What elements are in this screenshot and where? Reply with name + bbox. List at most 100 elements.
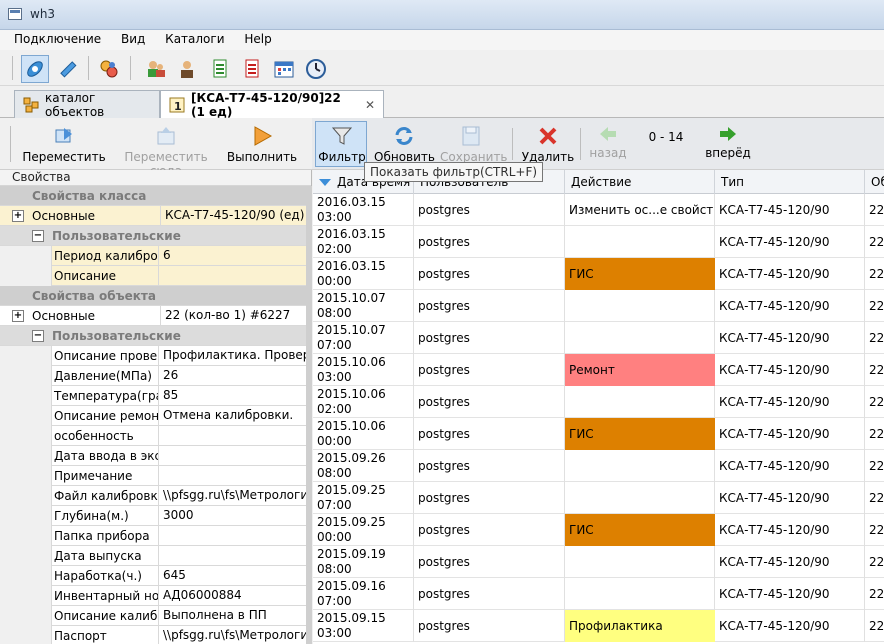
table-row[interactable]: 2015.10.07 07:00 postgres КСА-Т7-45-120/90 2… xyxy=(313,322,884,354)
property-value[interactable]: Отмена калибровки. xyxy=(158,405,311,426)
table-row[interactable]: 2015.09.16 07:00 postgres КСА-Т7-45-120/90 2… xyxy=(313,578,884,610)
table-row[interactable]: 2015.10.06 03:00 postgres Ремонт КСА-Т7-45-1… xyxy=(313,354,884,386)
page-range: 0 - 14 xyxy=(638,130,694,144)
property-value[interactable]: 645 xyxy=(158,565,311,586)
tab-object-detail[interactable]: 1 [КСА-Т7-45-120/90]22 (1 ед) ✕ xyxy=(160,90,384,119)
table-row[interactable]: 2015.10.06 00:00 postgres ГИС КСА-Т7-45-120/… xyxy=(313,418,884,450)
property-row[interactable]: Папка прибора xyxy=(0,525,311,546)
cell-time: 08:00 xyxy=(317,306,352,320)
disconnect-icon[interactable] xyxy=(54,55,82,83)
collapse-icon[interactable]: − xyxy=(32,229,44,242)
cell-user: postgres xyxy=(414,226,565,258)
filter-button[interactable]: Фильтр xyxy=(316,124,368,164)
calendar-icon[interactable] xyxy=(270,55,298,83)
collapse-icon[interactable]: − xyxy=(32,329,44,342)
property-value[interactable]: 85 xyxy=(158,385,311,406)
table-row[interactable]: 2016.03.15 00:00 postgres ГИС КСА-Т7-45-120/… xyxy=(313,258,884,290)
objects-icon[interactable] xyxy=(95,55,123,83)
users-icon[interactable] xyxy=(142,55,170,83)
expand-icon[interactable]: + xyxy=(12,209,24,222)
save-button[interactable]: Сохранить xyxy=(440,124,508,164)
column-header-type[interactable]: Тип xyxy=(715,170,865,194)
document-red-icon[interactable] xyxy=(238,55,266,83)
property-group[interactable]: − Пользовательские xyxy=(0,326,311,346)
table-body: 2016.03.15 03:00 postgres Изменить ос...е с… xyxy=(313,194,884,642)
property-value[interactable] xyxy=(158,425,311,446)
delete-button[interactable]: Удалить xyxy=(520,124,576,164)
column-header-action[interactable]: Действие xyxy=(565,170,715,194)
property-row[interactable]: Описание проверкиПрофилактика. Проверка xyxy=(0,345,311,366)
close-tab-icon[interactable]: ✕ xyxy=(365,98,375,112)
table-row[interactable]: 2015.10.07 08:00 postgres КСА-Т7-45-120/90 2… xyxy=(313,290,884,322)
cell-type: КСА-Т7-45-120/90 xyxy=(715,418,865,450)
table-row[interactable]: 2015.10.06 02:00 postgres КСА-Т7-45-120/90 2… xyxy=(313,386,884,418)
property-row[interactable]: Описание xyxy=(0,265,311,286)
table-row[interactable]: 2016.03.15 03:00 postgres Изменить ос...е с… xyxy=(313,194,884,226)
cell-datetime: 2016.03.15 03:00 xyxy=(313,194,414,226)
property-value[interactable] xyxy=(158,265,311,286)
property-row[interactable]: Инвентарный номерАД06000884 xyxy=(0,585,311,606)
user-icon[interactable] xyxy=(173,55,201,83)
property-row[interactable]: Дата ввода в эксплуатацию xyxy=(0,445,311,466)
table-row[interactable]: 2015.09.15 03:00 postgres Профилактика КСА-Т… xyxy=(313,610,884,642)
execute-button[interactable]: Выполнить xyxy=(226,124,298,164)
property-value[interactable] xyxy=(158,465,311,486)
property-row[interactable]: особенность xyxy=(0,425,311,446)
cell-date: 2015.09.25 xyxy=(317,483,386,497)
menu-connection[interactable]: Подключение xyxy=(0,30,105,46)
property-value[interactable]: КСА-Т7-45-120/90 (ед) #12 xyxy=(160,205,311,226)
forward-button[interactable]: вперёд xyxy=(702,124,754,160)
property-value[interactable]: Профилактика. Проверка xyxy=(158,345,311,366)
property-name: Основные xyxy=(32,308,96,323)
back-button[interactable]: назад xyxy=(586,124,630,160)
property-value[interactable]: \\pfsgg.ru\fs\Метрология\ xyxy=(158,485,311,506)
refresh-button[interactable]: Обновить xyxy=(374,124,435,164)
cell-action xyxy=(565,290,715,322)
expand-icon[interactable]: + xyxy=(12,309,24,322)
clock-icon[interactable] xyxy=(302,55,330,83)
property-value[interactable] xyxy=(158,525,311,546)
properties-scrollbar[interactable] xyxy=(306,186,312,644)
table-row[interactable]: 2015.09.25 07:00 postgres КСА-Т7-45-120/90 2… xyxy=(313,482,884,514)
property-value[interactable]: 26 xyxy=(158,365,311,386)
property-value[interactable]: Выполнена в ПП xyxy=(158,605,311,626)
table-row[interactable]: 2015.09.25 00:00 postgres ГИС КСА-Т7-45-120/… xyxy=(313,514,884,546)
property-value[interactable]: 6 xyxy=(158,245,311,266)
table-row[interactable]: 2015.09.19 08:00 postgres КСА-Т7-45-120/90 2… xyxy=(313,546,884,578)
cell-action xyxy=(565,322,715,354)
property-row[interactable]: Файл калибровки \\pfsgg.ru\fs\Метрология\ xyxy=(0,485,311,506)
property-value[interactable] xyxy=(158,445,311,466)
table-row[interactable]: 2016.03.15 02:00 postgres КСА-Т7-45-120/90 2… xyxy=(313,226,884,258)
property-row[interactable]: Примечание xyxy=(0,465,311,486)
property-row[interactable]: Период калибровки6 xyxy=(0,245,311,266)
menu-help[interactable]: Help xyxy=(232,30,275,46)
property-row[interactable]: Глубина(м.) 3000 xyxy=(0,505,311,526)
property-value[interactable]: АД06000884 xyxy=(158,585,311,606)
property-indent xyxy=(0,245,52,266)
property-row[interactable]: Паспорт \\pfsgg.ru\fs\Метрология\ xyxy=(0,625,311,644)
menu-catalogs[interactable]: Каталоги xyxy=(153,30,228,46)
property-row[interactable]: Дата выпуска xyxy=(0,545,311,566)
property-value[interactable]: \\pfsgg.ru\fs\Метрология\ xyxy=(158,625,311,644)
property-group[interactable]: −Свойства класса xyxy=(0,186,311,206)
property-row[interactable]: + Основные 22 (кол-во 1) #6227 xyxy=(0,305,311,326)
property-row[interactable]: Наработка(ч.) 645 xyxy=(0,565,311,586)
property-row[interactable]: Описание ремонтаОтмена калибровки. xyxy=(0,405,311,426)
connect-icon[interactable] xyxy=(21,55,49,83)
property-row[interactable]: Давление(МПа) 26 xyxy=(0,365,311,386)
property-group[interactable]: −Свойства объекта xyxy=(0,286,311,306)
property-row[interactable]: + Основные КСА-Т7-45-120/90 (ед) #12 xyxy=(0,205,311,226)
property-value[interactable]: 22 (кол-во 1) #6227 xyxy=(160,305,311,326)
property-row[interactable]: Описание калибровкиВыполнена в ПП xyxy=(0,605,311,626)
property-value[interactable] xyxy=(158,545,311,566)
document-green-icon[interactable] xyxy=(206,55,234,83)
menu-view[interactable]: Вид xyxy=(109,30,149,46)
property-group[interactable]: − Пользовательские xyxy=(0,226,311,246)
move-button[interactable]: Переместить xyxy=(22,124,106,164)
property-name: Основные xyxy=(32,208,96,223)
tab-object-catalog[interactable]: каталог объектов xyxy=(14,90,160,119)
column-header-object[interactable]: Об xyxy=(865,170,884,194)
property-row[interactable]: Температура(град.С)85 xyxy=(0,385,311,406)
property-value[interactable]: 3000 xyxy=(158,505,311,526)
table-row[interactable]: 2015.09.26 08:00 postgres КСА-Т7-45-120/90 2… xyxy=(313,450,884,482)
